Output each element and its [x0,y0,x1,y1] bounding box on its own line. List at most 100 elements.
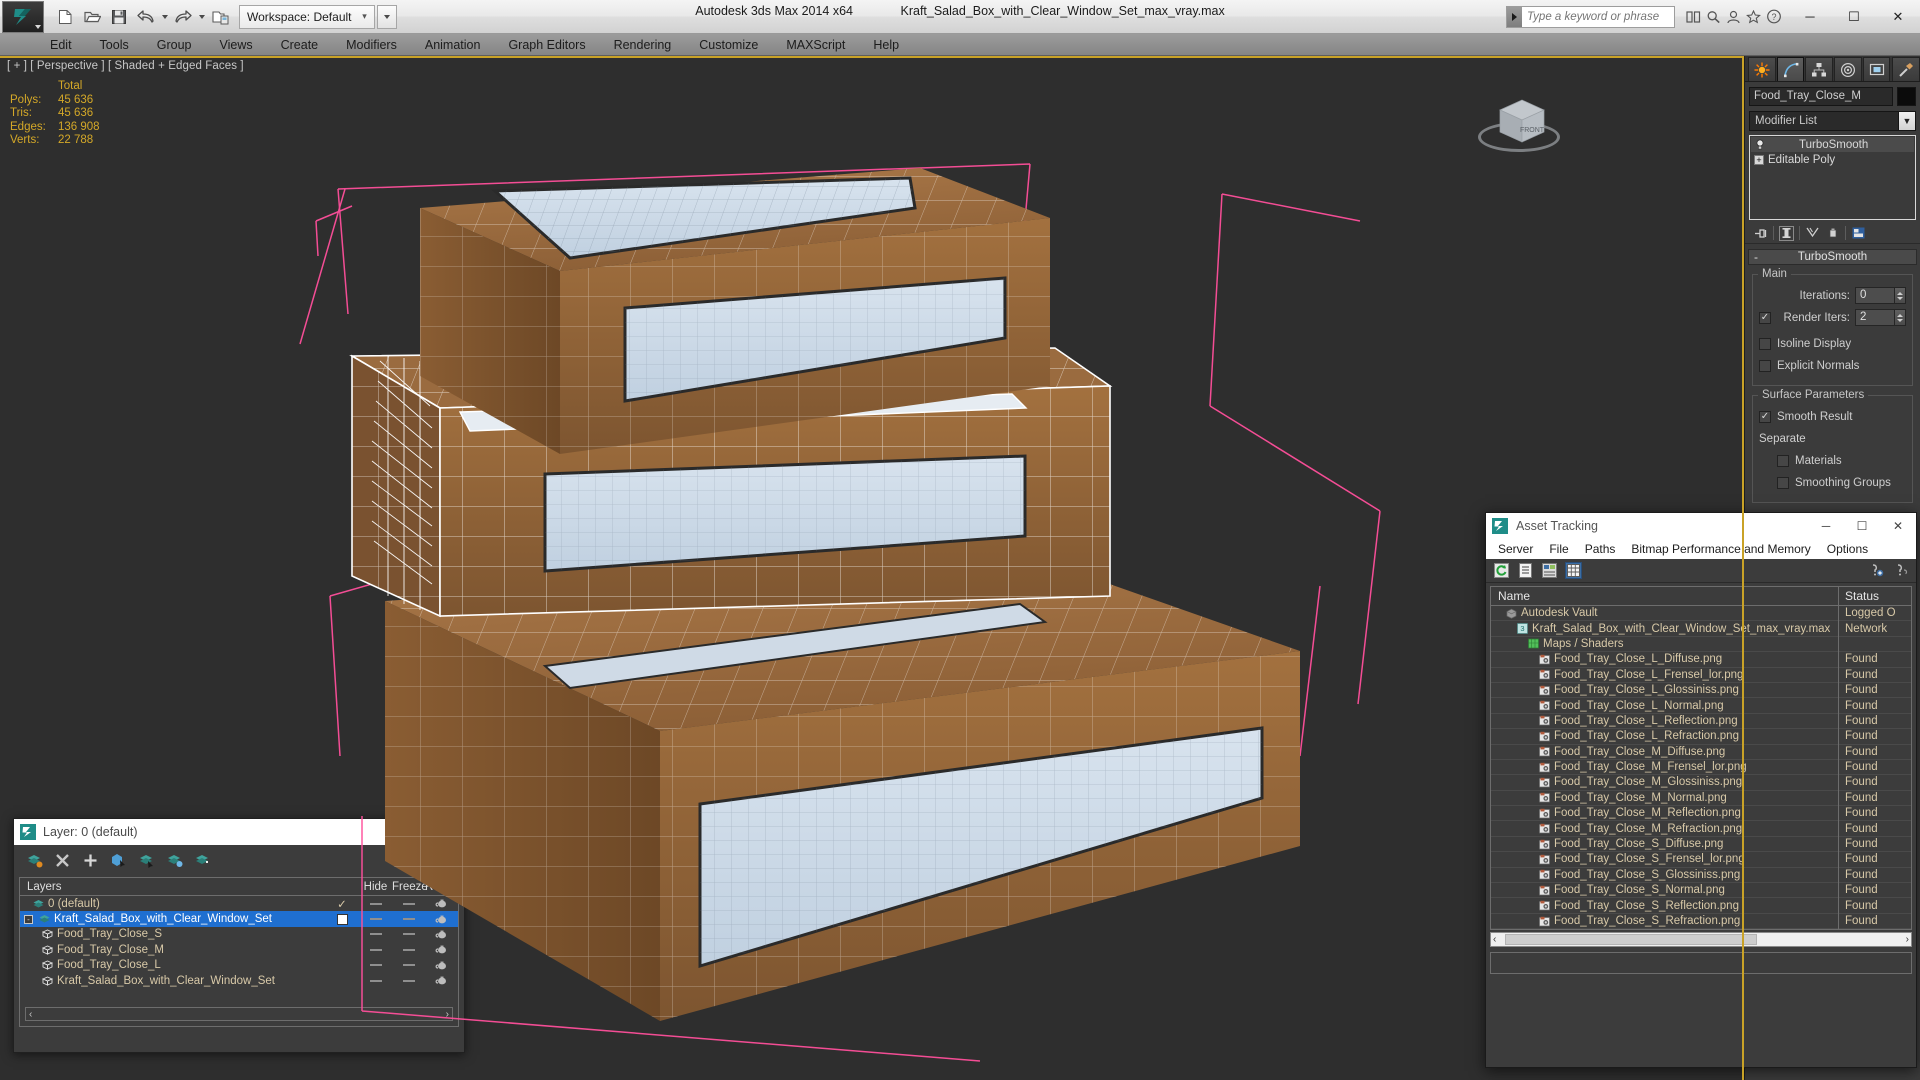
menu-item-animation[interactable]: Animation [411,34,495,56]
tab-motion[interactable] [1834,57,1862,81]
iterations-spinner[interactable] [1895,287,1906,304]
box-large-mesh[interactable] [385,556,1300,1021]
explicit-normals-checkbox[interactable] [1759,359,1771,372]
view-cube[interactable]: FRONT [1474,92,1564,170]
display-monitor-icon [1869,63,1884,75]
app-logo-button[interactable] [2,0,44,33]
redo-dropdown-button[interactable] [197,4,206,30]
configure-modifier-sets-icon[interactable] [1851,226,1866,241]
smooth-result-checkbox[interactable] [1759,410,1771,423]
object-color-swatch[interactable] [1897,87,1916,106]
asset-menu-options[interactable]: Options [1819,539,1876,559]
menu-item-rendering[interactable]: Rendering [600,34,686,56]
modifier-list-row: Modifier List ▼ [1745,109,1920,135]
asset-maximize-button[interactable]: ☐ [1844,513,1880,539]
modifier-list-dropdown[interactable]: Modifier List ▼ [1749,111,1916,131]
modifier-stack[interactable]: TurboSmooth + Editable Poly [1749,135,1916,220]
project-folder-button[interactable] [207,4,233,30]
menu-item-views[interactable]: Views [205,34,266,56]
menu-item-maxscript[interactable]: MAXScript [772,34,859,56]
favorites-icon[interactable] [1745,8,1762,25]
undo-dropdown-button[interactable] [160,4,169,30]
menu-item-tools[interactable]: Tools [86,34,143,56]
render-iters-field[interactable]: 2 [1855,309,1895,326]
tab-utilities[interactable] [1892,57,1920,81]
chevron-down-icon[interactable]: ▼ [1898,112,1915,130]
stack-item-turbosmooth[interactable]: TurboSmooth [1751,137,1914,152]
scroll-right-icon[interactable]: › [1906,934,1909,945]
new-file-button[interactable] [52,4,78,30]
undo-button[interactable] [133,4,159,30]
menu-item-help[interactable]: Help [859,34,913,56]
isoline-display-row[interactable]: Isoline Display [1759,334,1906,353]
save-file-button[interactable] [106,4,132,30]
pin-stack-icon[interactable] [1753,226,1768,241]
menu-item-customize[interactable]: Customize [685,34,772,56]
asset-status-cell: Found [1845,822,1878,835]
stack-item-editable-poly[interactable]: + Editable Poly [1751,152,1914,167]
asset-status-cell: Found [1845,776,1878,789]
tab-modify[interactable] [1776,57,1805,81]
smooth-result-row[interactable]: Smooth Result [1759,407,1906,426]
polys-value: 45 636 [58,93,94,106]
menu-item-modifiers[interactable]: Modifiers [332,34,411,56]
magnifier-icon [1707,10,1720,23]
help-question-icon[interactable] [1892,562,1909,579]
open-file-button[interactable] [79,4,105,30]
search-box[interactable] [1506,5,1675,28]
menu-item-create[interactable]: Create [267,34,333,56]
iterations-field[interactable]: 0 [1855,287,1895,304]
viewport-label[interactable]: [ + ] [ Perspective ] [ Shaded + Edged F… [7,60,244,72]
redo-button[interactable] [170,4,196,30]
isoline-display-checkbox[interactable] [1759,337,1771,350]
maximize-button[interactable]: ☐ [1832,0,1876,33]
tab-hierarchy[interactable] [1805,57,1834,81]
hammer-icon [1899,62,1914,77]
exchange-apps-icon[interactable] [1685,8,1702,25]
tab-display[interactable] [1862,57,1891,81]
perspective-viewport[interactable]: [ + ] [ Perspective ] [ Shaded + Edged F… [0,56,1744,1080]
remove-modifier-icon[interactable] [1825,226,1840,241]
table-row: Edges: 136 908 [10,121,100,135]
account-icon[interactable] [1725,8,1742,25]
asset-minimize-button[interactable]: ─ [1808,513,1844,539]
close-button[interactable]: ✕ [1876,0,1920,33]
smoothing-groups-checkbox[interactable] [1777,476,1789,489]
spinner-down-icon [1897,296,1903,300]
collapse-minus-icon[interactable]: - [1754,250,1758,264]
object-name-field[interactable]: Food_Tray_Close_M [1749,87,1893,106]
stack-item-label: TurboSmooth [1799,138,1869,151]
workspace-dropdown-button[interactable] [376,4,397,29]
turbosmooth-rollout-header[interactable]: - TurboSmooth [1748,249,1917,265]
help-add-icon[interactable] [1867,562,1884,579]
render-iters-spinner[interactable] [1895,309,1906,326]
menu-item-graph-editors[interactable]: Graph Editors [494,34,599,56]
workspace-selector[interactable]: Workspace: Default ▾ [239,4,375,29]
help-icon[interactable]: ? [1765,8,1782,25]
menu-item-edit[interactable]: Edit [36,34,86,56]
toolbar-divider [1799,226,1800,240]
iterations-row: Iterations: 0 [1759,286,1906,305]
asset-close-button[interactable]: ✕ [1880,513,1916,539]
save-disk-icon [112,9,126,24]
explicit-normals-row[interactable]: Explicit Normals [1759,356,1906,375]
search-dropdown-button[interactable] [1507,6,1522,27]
minimize-button[interactable]: ─ [1788,0,1832,33]
make-unique-icon[interactable] [1805,226,1820,241]
tab-create[interactable] [1748,57,1776,81]
materials-checkbox[interactable] [1777,454,1789,467]
expand-plus-icon[interactable]: + [1754,154,1764,165]
scene-3d-content[interactable] [0,56,1744,1080]
view-cube-box[interactable]: FRONT [1494,96,1550,149]
render-iters-checkbox[interactable] [1759,311,1771,324]
smoothing-groups-row[interactable]: Smoothing Groups [1759,473,1906,492]
show-end-result-icon[interactable] [1779,225,1794,241]
column-status[interactable]: Status [1839,589,1911,603]
asset-status-cell: Found [1845,761,1878,774]
asset-status-cell: Found [1845,884,1878,897]
search-help-icon[interactable] [1705,8,1722,25]
materials-row[interactable]: Materials [1759,451,1906,470]
menu-item-group[interactable]: Group [143,34,206,56]
lightbulb-icon[interactable] [1754,139,1765,150]
search-input[interactable] [1522,6,1674,27]
